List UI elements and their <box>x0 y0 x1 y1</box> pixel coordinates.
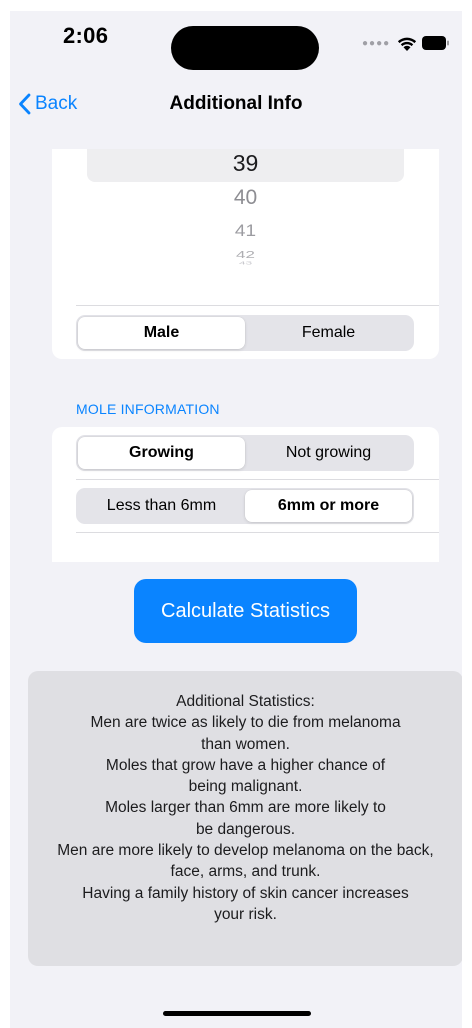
segment-less-than-6mm[interactable]: Less than 6mm <box>78 490 245 522</box>
dynamic-island <box>171 26 319 70</box>
calculate-statistics-button[interactable]: Calculate Statistics <box>134 579 357 643</box>
battery-icon <box>422 36 449 50</box>
stats-line: be dangerous. <box>195 820 296 838</box>
row-divider <box>76 305 439 306</box>
age-picker-item[interactable]: 43 <box>87 260 404 266</box>
status-icons: ●●●● <box>362 33 452 53</box>
segment-growing[interactable]: Growing <box>78 437 245 469</box>
app-screen: 2:06 ●●●● Back Additional Info 39 40 41 … <box>10 11 462 1028</box>
stats-line: your risk. <box>214 905 277 923</box>
gender-segmented-control: Male Female <box>76 315 414 351</box>
size-segmented-control: Less than 6mm 6mm or more <box>76 488 414 524</box>
row-divider <box>76 532 439 533</box>
age-picker-item[interactable]: 39 <box>87 150 404 177</box>
home-indicator[interactable] <box>163 1011 311 1016</box>
section-header-mole-info: MOLE INFORMATION <box>76 401 220 417</box>
segment-6mm-or-more[interactable]: 6mm or more <box>245 490 412 522</box>
stats-line: Men are more likely to develop melanoma … <box>57 842 434 860</box>
growth-segmented-control: Growing Not growing <box>76 435 414 471</box>
stats-line: Men are twice as likely to die from mela… <box>90 714 401 732</box>
stats-heading: Additional Statistics: <box>176 693 315 710</box>
personal-info-card: 39 40 41 42 43 Male Female <box>52 149 439 359</box>
stats-line: than women. <box>201 735 290 753</box>
segment-female[interactable]: Female <box>245 317 412 349</box>
segment-male[interactable]: Male <box>78 317 245 349</box>
stats-line: Moles larger than 6mm are more likely to <box>105 799 386 817</box>
segment-not-growing[interactable]: Not growing <box>245 437 412 469</box>
row-divider <box>76 479 439 480</box>
age-picker-item[interactable]: 42 <box>87 249 404 261</box>
stats-line: Having a family history of skin cancer i… <box>82 884 409 902</box>
stats-line: Moles that grow have a higher chance of <box>105 756 386 774</box>
age-picker-item[interactable]: 41 <box>87 223 404 242</box>
stats-line: face, arms, and trunk. <box>170 863 321 881</box>
page-title: Additional Info <box>169 93 303 114</box>
stats-line: being malignant. <box>188 778 303 796</box>
wifi-icon <box>397 37 417 51</box>
cellular-signal-icon: ●●●● <box>362 38 391 49</box>
status-time: 2:06 <box>63 23 109 48</box>
age-picker-item[interactable]: 40 <box>87 186 404 210</box>
mole-info-card: Growing Not growing Less than 6mm 6mm or… <box>52 427 439 562</box>
additional-statistics-box: Additional Statistics: Men are twice as … <box>28 671 462 966</box>
